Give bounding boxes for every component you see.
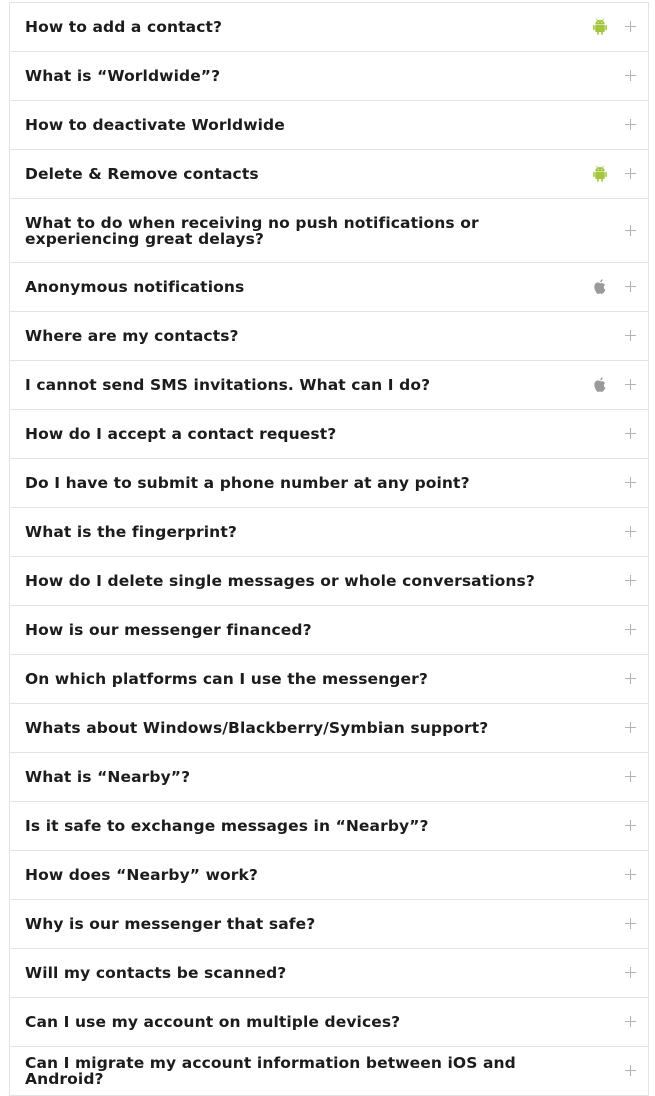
apple-icon <box>592 278 608 296</box>
android-icon <box>592 165 608 183</box>
faq-question: What to do when receiving no push notifi… <box>25 213 479 248</box>
faq-item-financed[interactable]: How is our messenger financed? <box>10 606 648 655</box>
faq-question: Can I migrate my account information bet… <box>25 1054 516 1088</box>
faq-item-multiple-devices[interactable]: Can I use my account on multiple devices… <box>10 998 648 1047</box>
plus-icon[interactable] <box>625 281 636 292</box>
faq-question: Whats about Windows/Blackberry/Symbian s… <box>25 719 489 737</box>
plus-icon[interactable] <box>625 624 636 635</box>
plus-icon[interactable] <box>625 526 636 537</box>
plus-icon[interactable] <box>625 1016 636 1027</box>
faq-item-accept-request[interactable]: How do I accept a contact request? <box>10 410 648 459</box>
faq-question: What is “Worldwide”? <box>25 67 221 85</box>
apple-icon <box>592 376 608 394</box>
faq-item-delete-messages[interactable]: How do I delete single messages or whole… <box>10 557 648 606</box>
plus-icon[interactable] <box>625 330 636 341</box>
plus-icon[interactable] <box>625 168 636 179</box>
faq-question: How is our messenger financed? <box>25 621 312 639</box>
plus-icon[interactable] <box>625 722 636 733</box>
faq-item-platforms[interactable]: On which platforms can I use the messeng… <box>10 655 648 704</box>
plus-icon[interactable] <box>625 477 636 488</box>
plus-icon[interactable] <box>625 869 636 880</box>
faq-question: How to add a contact? <box>25 18 223 36</box>
plus-icon[interactable] <box>625 673 636 684</box>
plus-icon[interactable] <box>625 21 636 32</box>
plus-icon[interactable] <box>625 119 636 130</box>
faq-item-nearby-work[interactable]: How does “Nearby” work? <box>10 851 648 900</box>
faq-item-sms-invitations[interactable]: I cannot send SMS invitations. What can … <box>10 361 648 410</box>
plus-icon[interactable] <box>625 224 636 236</box>
faq-question: Is it safe to exchange messages in “Near… <box>25 817 429 835</box>
faq-question: What is “Nearby”? <box>25 768 191 786</box>
faq-item-worldwide[interactable]: What is “Worldwide”? <box>10 52 648 101</box>
faq-item-where-contacts[interactable]: Where are my contacts? <box>10 312 648 361</box>
faq-item-deactivate-worldwide[interactable]: How to deactivate Worldwide <box>10 101 648 150</box>
faq-question: Delete & Remove contacts <box>25 165 259 183</box>
faq-item-contacts-scanned[interactable]: Will my contacts be scanned? <box>10 949 648 998</box>
android-icon <box>592 18 608 36</box>
faq-question: How to deactivate Worldwide <box>25 116 285 134</box>
plus-icon[interactable] <box>625 428 636 439</box>
faq-item-messenger-safe[interactable]: Why is our messenger that safe? <box>10 900 648 949</box>
faq-question: How do I delete single messages or whole… <box>25 572 535 590</box>
plus-icon[interactable] <box>625 379 636 390</box>
plus-icon[interactable] <box>625 70 636 81</box>
faq-item-windows-support[interactable]: Whats about Windows/Blackberry/Symbian s… <box>10 704 648 753</box>
faq-item-nearby[interactable]: What is “Nearby”? <box>10 753 648 802</box>
faq-question: Where are my contacts? <box>25 327 239 345</box>
faq-question: How do I accept a contact request? <box>25 425 337 443</box>
faq-question: Will my contacts be scanned? <box>25 964 287 982</box>
faq-question: On which platforms can I use the messeng… <box>25 670 428 688</box>
faq-question: Do I have to submit a phone number at an… <box>25 474 470 492</box>
faq-question: I cannot send SMS invitations. What can … <box>25 376 431 394</box>
faq-item-fingerprint[interactable]: What is the fingerprint? <box>10 508 648 557</box>
plus-icon[interactable] <box>625 820 636 831</box>
faq-question: Anonymous notifications <box>25 278 245 296</box>
plus-icon[interactable] <box>625 967 636 978</box>
faq-question: Why is our messenger that safe? <box>25 915 316 933</box>
faq-item-push-notifications[interactable]: What to do when receiving no push notifi… <box>10 199 648 263</box>
faq-item-phone-number[interactable]: Do I have to submit a phone number at an… <box>10 459 648 508</box>
plus-icon[interactable] <box>625 918 636 929</box>
faq-question: Can I use my account on multiple devices… <box>25 1013 401 1031</box>
faq-question: What is the fingerprint? <box>25 523 237 541</box>
plus-icon[interactable] <box>625 771 636 782</box>
faq-item-nearby-safe[interactable]: Is it safe to exchange messages in “Near… <box>10 802 648 851</box>
faq-item-add-contact[interactable]: How to add a contact? <box>10 3 648 52</box>
faq-item-delete-contacts[interactable]: Delete & Remove contacts <box>10 150 648 199</box>
faq-question: How does “Nearby” work? <box>25 866 258 884</box>
faq-item-migrate-account[interactable]: Can I migrate my account information bet… <box>10 1047 648 1096</box>
plus-icon[interactable] <box>625 575 636 586</box>
faq-accordion: How to add a contact? What is “Worldwide… <box>9 2 649 1096</box>
faq-item-anonymous-notifications[interactable]: Anonymous notifications <box>10 263 648 312</box>
plus-icon[interactable] <box>625 1065 636 1076</box>
